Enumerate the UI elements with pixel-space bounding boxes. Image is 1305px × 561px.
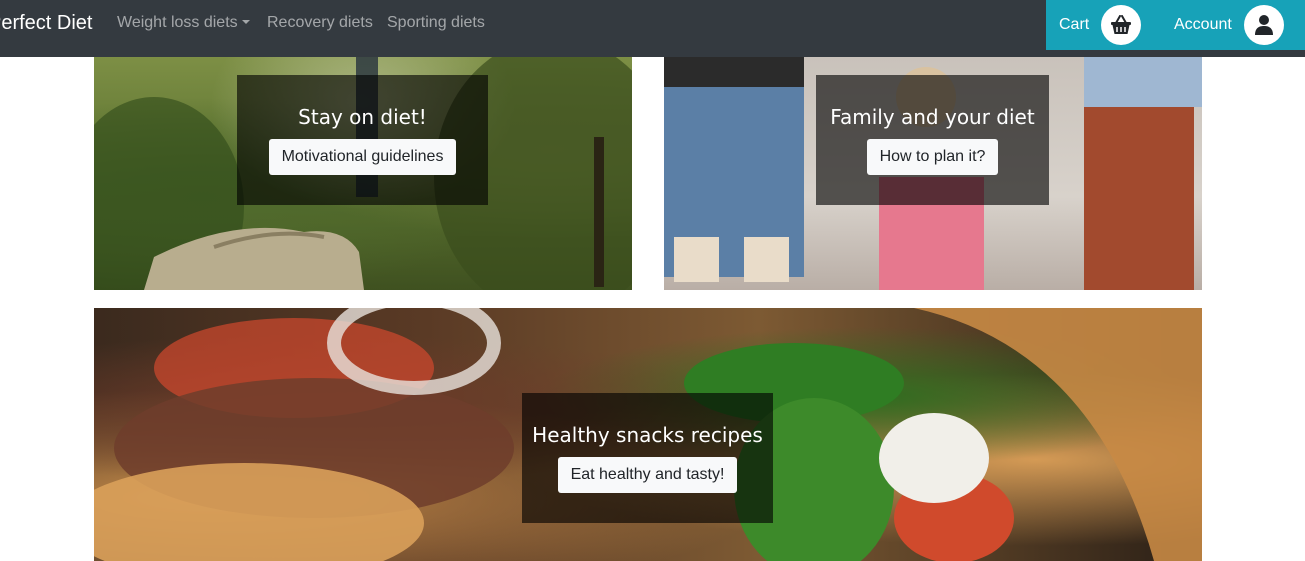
card-overlay: Healthy snacks recipes Eat healthy and t… (522, 393, 773, 523)
nav-weight-loss-diets[interactable]: Weight loss diets (117, 13, 250, 33)
card-overlay: Family and your diet How to plan it? (816, 75, 1049, 205)
healthy-snacks-card[interactable]: Healthy snacks recipes Eat healthy and t… (94, 308, 1202, 561)
stay-on-diet-card[interactable]: Stay on diet! Motivational guidelines (94, 57, 632, 290)
user-actions-area: Cart Account (1046, 0, 1305, 50)
cart-button[interactable]: Cart (1059, 0, 1142, 50)
brand-logo-text[interactable]: Perfect Diet (0, 9, 92, 37)
basket-icon (1101, 5, 1142, 45)
card-title: Family and your diet (830, 105, 1035, 129)
nav-sporting-diets[interactable]: Sporting diets (387, 13, 485, 33)
account-button[interactable]: Account (1174, 0, 1284, 50)
motivational-guidelines-button[interactable]: Motivational guidelines (268, 139, 457, 175)
cart-label: Cart (1059, 16, 1090, 33)
dropdown-caret-icon (241, 20, 250, 24)
how-to-plan-button[interactable]: How to plan it? (866, 139, 999, 175)
card-title: Stay on diet! (298, 105, 427, 129)
card-overlay: Stay on diet! Motivational guidelines (237, 75, 488, 205)
card-title: Healthy snacks recipes (532, 423, 763, 447)
user-icon (1243, 5, 1284, 45)
family-diet-card[interactable]: Family and your diet How to plan it? (664, 57, 1202, 290)
account-label: Account (1174, 16, 1232, 33)
eat-healthy-button[interactable]: Eat healthy and tasty! (557, 457, 738, 493)
nav-recovery-diets[interactable]: Recovery diets (267, 13, 373, 33)
nav-weight-loss-label: Weight loss diets (117, 14, 238, 31)
top-navbar: Perfect Diet Weight loss diets Recovery … (0, 0, 1305, 57)
